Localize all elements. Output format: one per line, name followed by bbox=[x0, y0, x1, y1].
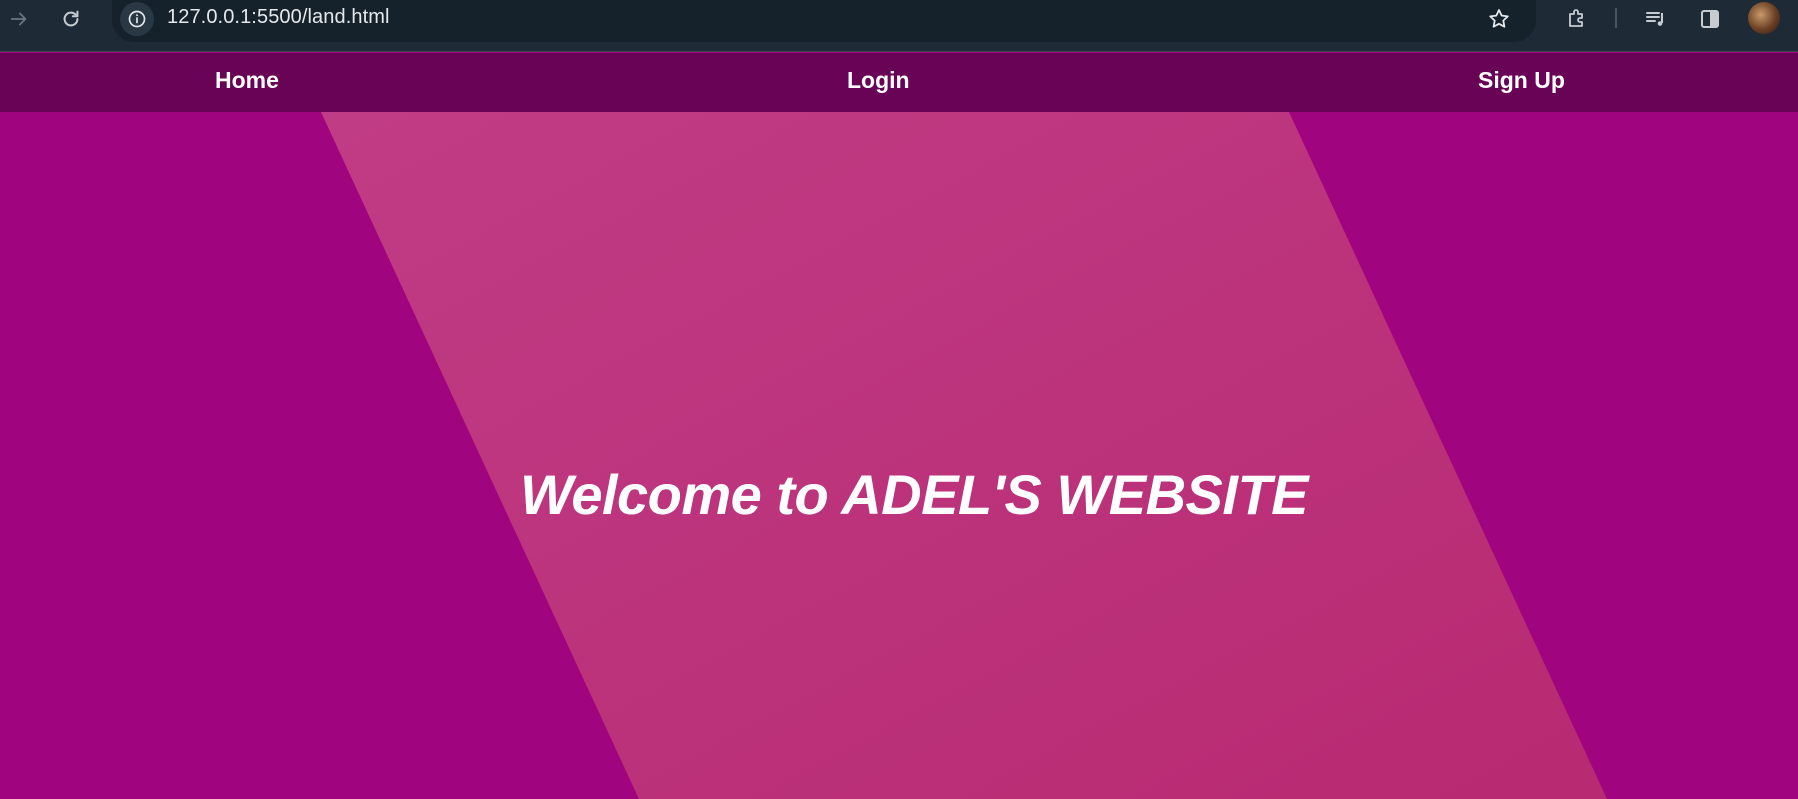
media-queue-icon[interactable] bbox=[1641, 4, 1671, 34]
url-text[interactable]: 127.0.0.1:5500/land.html bbox=[167, 6, 390, 29]
address-bar[interactable]: 127.0.0.1:5500/land.html bbox=[112, 0, 1536, 42]
star-icon[interactable] bbox=[1484, 4, 1514, 34]
toolbar-divider bbox=[1615, 8, 1617, 28]
nav-link-login[interactable]: Login bbox=[847, 67, 910, 94]
hero-diagonal-band bbox=[321, 112, 1607, 799]
nav-link-home[interactable]: Home bbox=[215, 67, 279, 94]
browser-toolbar: 127.0.0.1:5500/land.html bbox=[0, 0, 1798, 52]
avatar[interactable] bbox=[1748, 2, 1780, 34]
info-icon[interactable] bbox=[120, 2, 154, 36]
hero-section: Welcome to ADEL'S WEBSITE bbox=[0, 112, 1798, 799]
forward-arrow-icon[interactable] bbox=[4, 4, 34, 34]
nav-link-signup[interactable]: Sign Up bbox=[1478, 67, 1565, 94]
hero-title: Welcome to ADEL'S WEBSITE bbox=[519, 463, 1309, 526]
site-navigation: Home Login Sign Up bbox=[0, 53, 1798, 112]
reload-icon[interactable] bbox=[56, 4, 86, 34]
side-panel-icon[interactable] bbox=[1695, 4, 1725, 34]
puzzle-icon[interactable] bbox=[1562, 4, 1592, 34]
